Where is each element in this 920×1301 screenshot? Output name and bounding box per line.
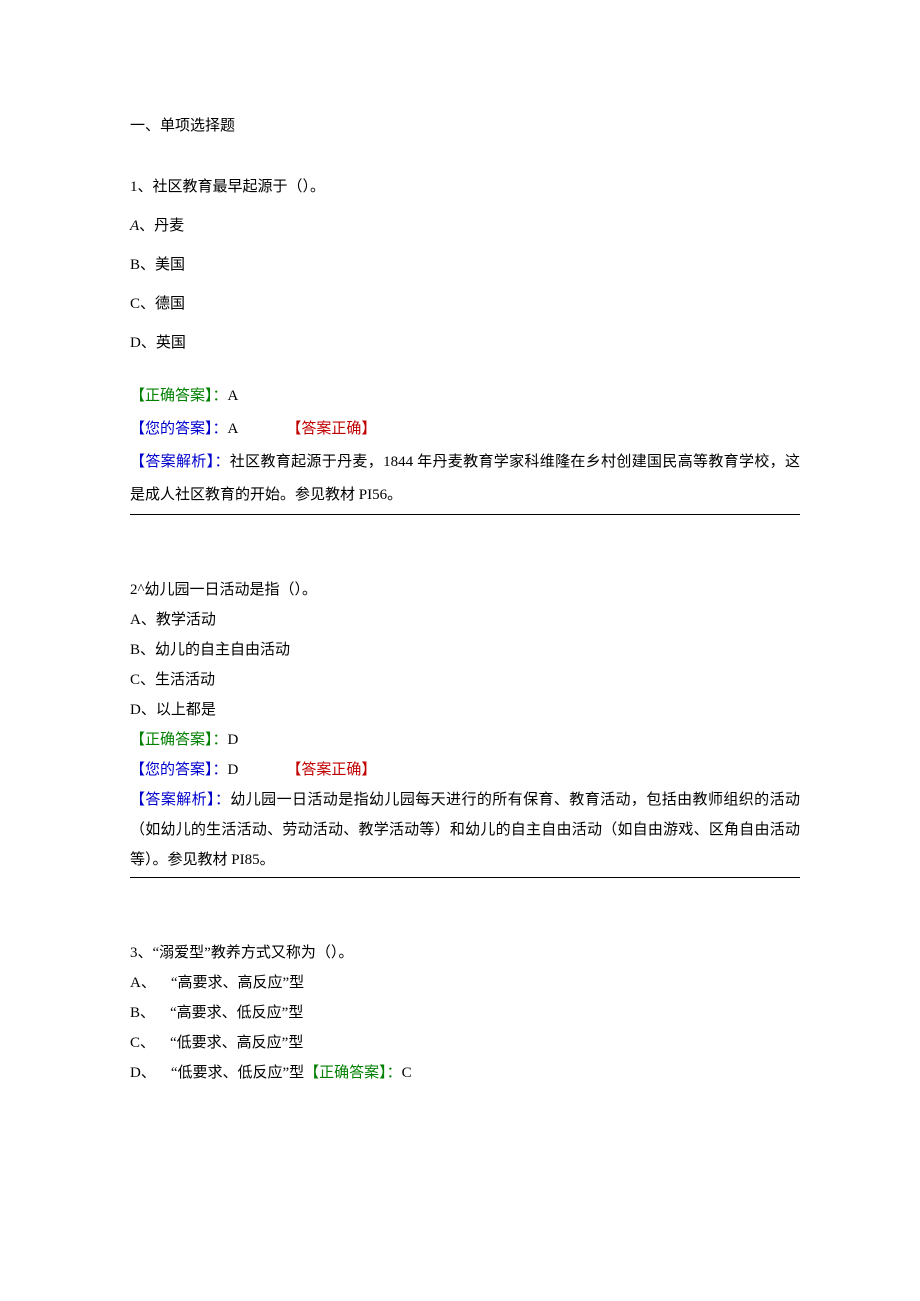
question-2: 2^幼儿园一日活动是指（）。 A、教学活动 B、幼儿的自主自由活动 C、生活活动…	[130, 575, 800, 878]
question-1: 1、社区教育最早起源于（）。 A、丹麦 B、美国 C、德国 D、英国 【正确答案…	[130, 171, 800, 515]
question-3: 3、“溺爱型”教养方式又称为（）。 A、 “高要求、高反应”型 B、 “高要求、…	[130, 938, 800, 1088]
q2-analysis: 【答案解析】：幼儿园一日活动是指幼儿园每天进行的所有保育、教育活动，包括由教师组…	[130, 785, 800, 878]
analysis-label: 【答案解析】：	[130, 792, 230, 808]
q3-option-d-text: D、 “低要求、低反应”型	[130, 1065, 304, 1081]
q1-option-a-label: A	[130, 218, 139, 234]
q3-option-b: B、 “高要求、低反应”型	[130, 998, 800, 1028]
correct-answer-label: 【正确答案】：	[304, 1065, 402, 1081]
q1-analysis: 【答案解析】：社区教育起源于丹麦，1844 年丹麦教育学家科维隆在乡村创建国民高…	[130, 446, 800, 515]
section-title: 一、单项选择题	[130, 110, 800, 143]
correct-answer-value: C	[402, 1065, 412, 1081]
your-answer-value: A	[228, 421, 239, 437]
answer-result: 【答案正确】	[286, 755, 376, 785]
document-page: 一、单项选择题 1、社区教育最早起源于（）。 A、丹麦 B、美国 C、德国 D、…	[0, 0, 920, 1301]
your-answer-value: D	[228, 762, 239, 778]
q2-option-c: C、生活活动	[130, 665, 800, 695]
q1-correct-answer-row: 【正确答案】：A	[130, 380, 800, 413]
correct-answer-label: 【正确答案】：	[130, 732, 228, 748]
q1-your-answer-row: 【您的答案】：A 【答案正确】	[130, 413, 800, 446]
analysis-text: 社区教育起源于丹麦，1844 年丹麦教育学家科维隆在乡村创建国民高等教育学校，这…	[130, 454, 800, 503]
correct-answer-value: D	[228, 732, 239, 748]
q3-option-c: C、 “低要求、高反应”型	[130, 1028, 800, 1058]
q2-correct-answer-row: 【正确答案】：D	[130, 725, 800, 755]
q1-option-c: C、德国	[130, 288, 800, 321]
q2-stem: 2^幼儿园一日活动是指（）。	[130, 575, 800, 605]
q1-option-a: A、丹麦	[130, 210, 800, 243]
q1-option-b: B、美国	[130, 249, 800, 282]
q2-your-answer-row: 【您的答案】：D 【答案正确】	[130, 755, 800, 785]
q1-option-d: D、英国	[130, 327, 800, 360]
correct-answer-value: A	[228, 388, 239, 404]
q2-option-b: B、幼儿的自主自由活动	[130, 635, 800, 665]
analysis-label: 【答案解析】：	[130, 454, 230, 470]
your-answer-label: 【您的答案】：	[130, 421, 228, 437]
q2-option-a: A、教学活动	[130, 605, 800, 635]
q3-stem: 3、“溺爱型”教养方式又称为（）。	[130, 938, 800, 968]
your-answer-label: 【您的答案】：	[130, 762, 228, 778]
analysis-text: 幼儿园一日活动是指幼儿园每天进行的所有保育、教育活动，包括由教师组织的活动（如幼…	[130, 792, 800, 868]
q1-stem: 1、社区教育最早起源于（）。	[130, 171, 800, 204]
q3-option-a: A、 “高要求、高反应”型	[130, 968, 800, 998]
answer-result: 【答案正确】	[286, 413, 376, 446]
q2-option-d: D、以上都是	[130, 695, 800, 725]
q1-option-a-text: 、丹麦	[139, 218, 184, 234]
correct-answer-label: 【正确答案】：	[130, 388, 228, 404]
q3-option-d: D、 “低要求、低反应”型【正确答案】：C	[130, 1058, 800, 1088]
